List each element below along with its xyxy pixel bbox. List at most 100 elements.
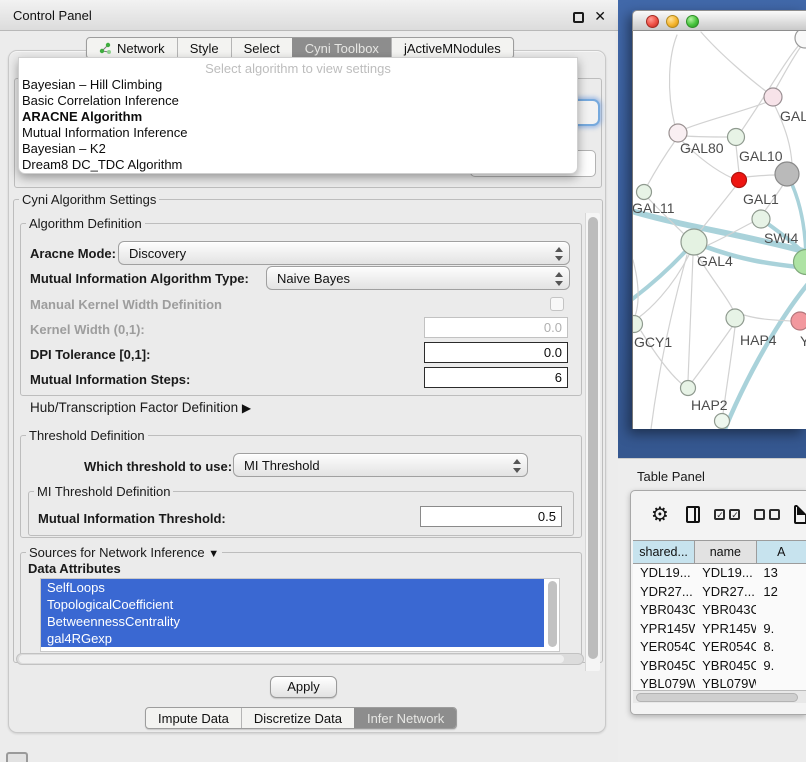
dropdown-item[interactable]: Bayesian – K2 [19,141,577,157]
minimize-traffic-light-icon[interactable] [666,15,679,28]
tab-infer-network[interactable]: Infer Network [354,708,456,728]
node-label: HAP2 [691,397,728,413]
settings-scrollbar[interactable] [585,213,600,671]
table-row[interactable]: YDL19...YDL19...13 [633,564,806,583]
top-tab-bar: Network Style Select Cyni Toolbox jActiveMNo… [86,37,514,59]
aracne-mode-combo[interactable]: Discovery [118,241,570,265]
sources-group-title[interactable]: Sources for Network Inference ▼ [26,545,222,560]
dropdown-item[interactable]: Basic Correlation Inference [19,93,577,109]
table-cell [756,601,806,620]
dropdown-item[interactable]: Bayesian – Hill Climbing [19,77,577,93]
network-edge[interactable] [746,175,775,177]
network-node[interactable] [715,414,730,429]
network-node-hap2[interactable] [681,381,696,396]
network-node-hap4[interactable] [726,309,744,327]
float-window-icon[interactable] [573,12,584,23]
close-icon[interactable]: ✕ [594,8,606,25]
list-scrollbar[interactable] [548,581,557,651]
deselect-all-columns-icon[interactable] [754,509,780,520]
column-header-a[interactable]: A [757,541,806,563]
network-edge[interactable] [692,327,732,382]
network-node-swi4[interactable] [752,210,770,228]
tab-impute-data[interactable]: Impute Data [146,708,241,728]
close-traffic-light-icon[interactable] [646,15,659,28]
network-node-gal4[interactable] [681,229,707,255]
tab-select[interactable]: Select [231,38,292,58]
tab-style[interactable]: Style [177,38,231,58]
tab-discretize-data[interactable]: Discretize Data [241,708,354,728]
bottom-left-widget[interactable] [6,752,28,762]
table-cell: 13 [756,564,806,583]
dpi-tolerance-field[interactable]: 0.0 [424,342,568,363]
network-edge[interactable] [700,187,735,231]
screen: Control Panel ✕ NetworkStyleSelectCyni T… [0,0,806,762]
attribute-list-item[interactable]: SelfLoops [41,579,544,596]
network-edge[interactable] [688,255,693,381]
table-horizontal-scrollbar[interactable] [633,690,806,703]
table-row[interactable]: YPR145WYPR145W9. [633,620,806,639]
algorithm-definition-title: Algorithm Definition [26,216,145,231]
tab-network[interactable]: Network [87,38,177,58]
tab-label: Cyni Toolbox [305,41,379,56]
network-edge[interactable] [701,32,767,92]
data-attributes-list[interactable]: SelfLoopsTopologicalCoefficientBetweenne… [40,578,560,652]
column-header-shared[interactable]: shared... [633,541,695,563]
dropdown-item[interactable]: ARACNE Algorithm [19,109,577,125]
table-row[interactable]: YBR045CYBR045C9. [633,657,806,676]
tab-label: Style [190,41,219,56]
combo-stepper-icon [554,245,562,263]
kernel-width-field[interactable]: 0.0 [424,317,568,338]
mi-threshold-field[interactable]: 0.5 [420,506,562,527]
network-edge[interactable] [685,100,773,129]
select-all-columns-icon[interactable]: ✓✓ [714,509,740,520]
table-row[interactable]: YBR043CYBR043C [633,601,806,620]
tab-label: jActiveMNodules [404,41,501,56]
network-edge[interactable] [647,141,675,186]
node-label: GAL [780,108,806,124]
network-node-gal[interactable] [764,88,782,106]
dropdown-item[interactable]: Mutual Information Inference [19,125,577,141]
dropdown-item[interactable]: Dream8 DC_TDC Algorithm [19,157,577,173]
network-edge[interactable] [685,136,728,137]
network-edge[interactable] [669,35,677,126]
network-edge[interactable] [706,222,753,246]
attribute-list-item[interactable]: TopologicalCoefficient [41,596,544,613]
network-node-gal1[interactable] [732,173,747,188]
hub-definition-toggle[interactable]: Hub/Transcription Factor Definition ▶ [30,400,251,415]
network-node[interactable] [794,250,806,275]
zoom-traffic-light-icon[interactable] [686,15,699,28]
which-threshold-combo[interactable]: MI Threshold [233,453,528,477]
table-row[interactable]: YER054CYER054C8. [633,638,806,657]
table-cell: YER054C [695,638,756,657]
node-label: GAL10 [739,148,783,164]
network-node[interactable] [775,162,799,186]
mi-type-combo[interactable]: Naive Bayes [266,266,570,290]
table-toolbar: ⚙ ✓✓ [631,491,806,538]
network-node[interactable] [795,31,806,48]
gear-icon[interactable]: ⚙ [651,502,669,527]
network-edge[interactable] [775,45,802,90]
columns-icon[interactable] [686,506,700,523]
tab-cyni-toolbox[interactable]: Cyni Toolbox [292,38,391,58]
column-header-name[interactable]: name [695,541,756,563]
file-icon[interactable] [794,505,806,524]
node-table[interactable]: shared...nameA YDL19...YDL19...13YDR27..… [633,540,806,702]
network-node-gal10[interactable] [728,129,745,146]
attribute-list-item[interactable]: gal4RGexp [41,630,544,647]
network-view[interactable]: GALGAL80GAL10GAL1GAL11SWI4GAL4GCY1HAP4YH… [632,31,806,429]
tab-jactivemnodules[interactable]: jActiveMNodules [391,38,513,58]
combo-stepper-icon [512,457,520,475]
network-node-y[interactable] [791,312,806,330]
apply-button[interactable]: Apply [270,676,337,698]
mi-steps-field[interactable]: 6 [424,367,568,388]
attribute-list-item[interactable]: BetweennessCentrality [41,613,544,630]
network-node-gcy1[interactable] [633,316,643,333]
network-edge[interactable] [725,285,806,429]
table-row[interactable]: YDR27...YDR27...12 [633,583,806,602]
network-edge[interactable] [633,260,638,316]
network-window-titlebar[interactable] [632,10,806,31]
network-node-gal11[interactable] [637,185,652,200]
horizontal-scrollbar[interactable] [16,653,584,665]
mi-steps-label: Mutual Information Steps: [30,372,190,387]
manual-kernel-checkbox[interactable] [550,297,564,311]
